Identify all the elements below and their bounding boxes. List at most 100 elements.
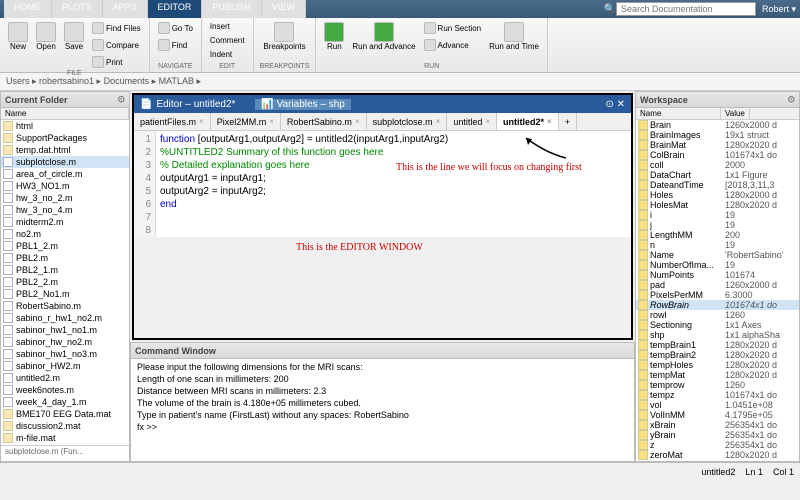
file-item[interactable]: sabinor_hw_no2.m [1, 336, 129, 348]
workspace-var[interactable]: xBrain256354x1 do [636, 420, 799, 430]
workspace-var[interactable]: ColBrain101674x1 do [636, 150, 799, 160]
workspace-var[interactable]: zeroMat1280x2020 d [636, 450, 799, 460]
workspace-var[interactable]: tempMat1280x2020 d [636, 370, 799, 380]
run-time-button[interactable]: Run and Time [487, 20, 541, 53]
file-item[interactable]: PBL2_2.m [1, 276, 129, 288]
file-item[interactable]: m-file.mat [1, 432, 129, 444]
file-tab[interactable]: Pixel2MM.m× [211, 113, 281, 130]
close-tab-icon[interactable]: × [269, 117, 274, 126]
workspace-var[interactable]: n19 [636, 240, 799, 250]
run-section-button[interactable]: Run Section [422, 20, 484, 36]
file-item[interactable]: week6notes.m [1, 384, 129, 396]
file-item[interactable]: subplotclose.m [1, 156, 129, 168]
workspace-var[interactable]: Name'RobertSabino' [636, 250, 799, 260]
insert-button[interactable]: Insert [208, 20, 247, 33]
workspace-var[interactable]: Brain1260x2000 d [636, 120, 799, 130]
workspace-var[interactable]: i19 [636, 210, 799, 220]
file-item[interactable]: midterm2.m [1, 216, 129, 228]
save-button[interactable]: Save [62, 20, 86, 70]
file-item[interactable]: PBL2_No1.m [1, 288, 129, 300]
file-item[interactable]: HW3_NO1.m [1, 180, 129, 192]
close-tab-icon[interactable]: × [547, 117, 552, 126]
file-item[interactable]: RobertSabino.m [1, 300, 129, 312]
workspace-var[interactable]: LengthMM200 [636, 230, 799, 240]
close-icon[interactable]: ⊙ ✕ [605, 99, 625, 110]
print-button[interactable]: Print [90, 54, 143, 70]
file-item[interactable]: hw_3_no_2.m [1, 192, 129, 204]
file-tab[interactable]: untitled× [447, 113, 497, 130]
advance-button[interactable]: Advance [422, 37, 484, 53]
workspace-var[interactable]: rowl1260 [636, 310, 799, 320]
user-menu[interactable]: Robert ▾ [762, 4, 796, 15]
workspace-var[interactable]: BrainMat1280x2020 d [636, 140, 799, 150]
find-button[interactable]: Find [156, 37, 195, 53]
workspace-var[interactable]: VolInMM4.1795e+05 [636, 410, 799, 420]
file-item[interactable]: sabinor_HW2.m [1, 360, 129, 372]
file-item[interactable]: no2.m [1, 228, 129, 240]
file-item[interactable]: temp.dat.html [1, 144, 129, 156]
variables-tab[interactable]: 📊 Variables – shp [255, 99, 350, 110]
file-item[interactable]: sabinor_hw1_no1.m [1, 324, 129, 336]
new-button[interactable]: New [6, 20, 30, 70]
file-item[interactable]: sabino_r_hw1_no2.m [1, 312, 129, 324]
workspace-var[interactable]: NumberOfIma...19 [636, 260, 799, 270]
compare-button[interactable]: Compare [90, 37, 143, 53]
file-item[interactable]: area_of_circle.m [1, 168, 129, 180]
workspace-var[interactable]: yBrain256354x1 do [636, 430, 799, 440]
workspace-var[interactable]: temprow1260 [636, 380, 799, 390]
file-item[interactable]: PBL2_1.m [1, 264, 129, 276]
workspace-var[interactable]: pad1260x2000 d [636, 280, 799, 290]
workspace-var[interactable]: PixelsPerMM6.3000 [636, 290, 799, 300]
workspace-var[interactable]: DataChart1x1 Figure [636, 170, 799, 180]
comment-button[interactable]: Comment [208, 34, 247, 47]
tab-publish[interactable]: PUBLISH [202, 0, 262, 18]
add-tab-button[interactable]: + [559, 113, 577, 130]
workspace-var[interactable]: tempz101674x1 do [636, 390, 799, 400]
close-tab-icon[interactable]: × [485, 117, 490, 126]
workspace-var[interactable]: BrainImages19x1 struct [636, 130, 799, 140]
close-tab-icon[interactable]: × [436, 117, 441, 126]
search-input[interactable] [616, 2, 756, 16]
close-tab-icon[interactable]: × [199, 117, 204, 126]
close-tab-icon[interactable]: × [355, 117, 360, 126]
file-item[interactable]: discussion2.mat [1, 420, 129, 432]
tab-view[interactable]: VIEW [262, 0, 306, 18]
find-files-button[interactable]: Find Files [90, 20, 143, 36]
file-tab[interactable]: RobertSabino.m× [281, 113, 367, 130]
code-line[interactable]: end [160, 198, 627, 211]
cmd-prompt[interactable]: fx >> [137, 421, 628, 433]
workspace-var[interactable]: tempBrain21280x2020 d [636, 350, 799, 360]
col-value[interactable]: Value [721, 108, 750, 119]
workspace-var[interactable]: tempBrain11280x2020 d [636, 340, 799, 350]
file-item[interactable]: SupportPackages [1, 132, 129, 144]
col-name[interactable]: Name [1, 108, 129, 119]
workspace-var[interactable]: Sectioning1x1 Axes [636, 320, 799, 330]
close-icon[interactable]: ⊙ [117, 94, 125, 105]
workspace-var[interactable]: shp1x1 alphaSha [636, 330, 799, 340]
workspace-var[interactable]: Holes1280x2000 d [636, 190, 799, 200]
file-tab[interactable]: subplotclose.m× [367, 113, 448, 130]
run-button[interactable]: Run [322, 20, 346, 53]
file-item[interactable]: BME170 EEG Data.mat [1, 408, 129, 420]
workspace-var[interactable]: NumPoints101674 [636, 270, 799, 280]
file-tab[interactable]: untitled2*× [497, 113, 559, 130]
workspace-var[interactable]: HolesMat1280x2020 d [636, 200, 799, 210]
workspace-var[interactable]: RowBrain101674x1 do [636, 300, 799, 310]
file-tab[interactable]: patientFiles.m× [134, 113, 211, 130]
tab-plots[interactable]: PLOTS [52, 0, 103, 18]
workspace-var[interactable]: j19 [636, 220, 799, 230]
file-item[interactable]: sabinor_hw1_no3.m [1, 348, 129, 360]
workspace-var[interactable]: z256354x1 do [636, 440, 799, 450]
goto-button[interactable]: Go To [156, 20, 195, 36]
indent-button[interactable]: Indent [208, 48, 247, 61]
file-item[interactable]: hw_3_no_4.m [1, 204, 129, 216]
workspace-var[interactable]: DateandTime[2018,3,11,3 [636, 180, 799, 190]
address-bar[interactable]: Users ▸ robertsabino1 ▸ Documents ▸ MATL… [0, 73, 800, 91]
breakpoints-button[interactable]: Breakpoints [260, 20, 310, 53]
close-icon[interactable]: ⊙ [787, 94, 795, 105]
col-name[interactable]: Name [636, 108, 721, 119]
file-item[interactable]: untitled2.m [1, 372, 129, 384]
workspace-var[interactable]: vol1.0451e+08 [636, 400, 799, 410]
workspace-var[interactable]: coll2000 [636, 160, 799, 170]
code-line[interactable]: outputArg2 = inputArg2; [160, 185, 627, 198]
